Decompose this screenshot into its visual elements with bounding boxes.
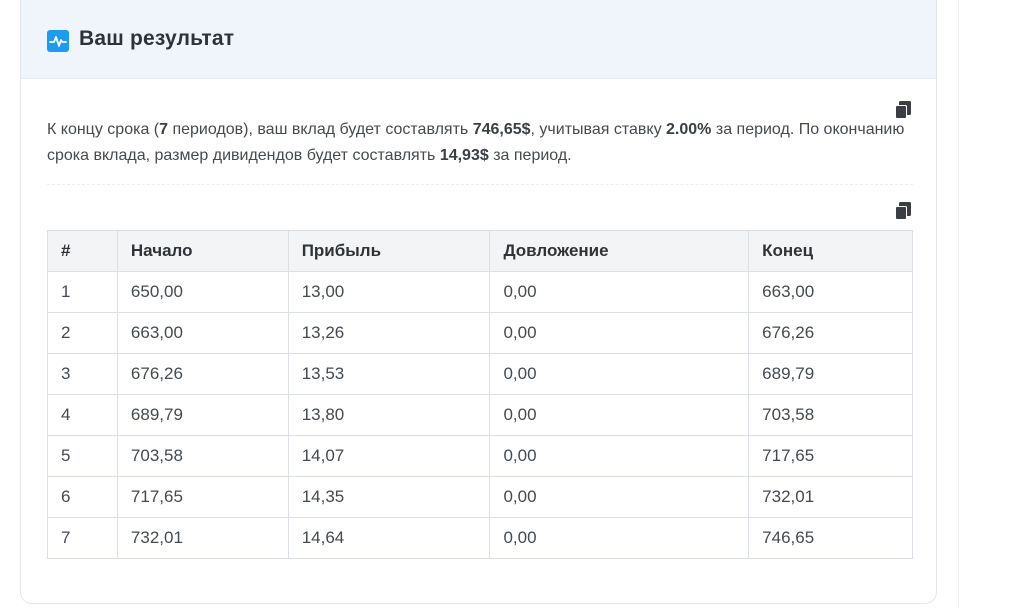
- summary-text: за период.: [488, 147, 572, 164]
- total-value: 746,65$: [472, 121, 531, 138]
- table-cell: 13,00: [287, 271, 491, 313]
- column-header: Конец: [748, 230, 913, 272]
- table-cell: 703,58: [116, 435, 289, 477]
- table-cell: 689,79: [748, 353, 913, 395]
- table-cell: 2: [47, 312, 118, 354]
- activity-chart-icon: [47, 30, 69, 52]
- dividend-value: 14,93$: [439, 147, 489, 164]
- summary-text: К концу срока (: [47, 121, 160, 138]
- table-cell: 1: [47, 271, 118, 313]
- table-row: 6 717,65 14,35 0,00 732,01: [47, 476, 913, 518]
- table-header-row: # Начало Прибыль Довложение Конец: [47, 230, 913, 272]
- table-cell: 13,53: [287, 353, 491, 395]
- result-summary: К концу срока (7 периодов), ваш вклад бу…: [47, 117, 917, 169]
- copy-table-icon[interactable]: [894, 201, 912, 221]
- table-cell: 732,01: [748, 476, 913, 518]
- table-cell: 14,64: [287, 517, 491, 559]
- page-divider: [958, 0, 959, 608]
- divider: [47, 184, 913, 185]
- table-cell: 7: [47, 517, 118, 559]
- table-row: 7 732,01 14,64 0,00 746,65: [47, 517, 913, 559]
- table-body: 1 650,00 13,00 0,00 663,00 2 663,00 13,26 0,00 67…: [47, 271, 913, 559]
- column-header: Довложение: [489, 230, 750, 272]
- result-title: Ваш результат: [79, 27, 235, 50]
- results-table: # Начало Прибыль Довложение Конец 1 650,0…: [47, 230, 913, 559]
- table-cell: 717,65: [116, 476, 289, 518]
- periods-value: 7: [159, 121, 169, 138]
- table-cell: 3: [47, 353, 118, 395]
- summary-text: периодов), ваш вклад будет составлять: [168, 121, 473, 138]
- summary-text: , учитывая ставку: [530, 121, 667, 138]
- column-header: #: [47, 230, 118, 272]
- table-cell: 663,00: [748, 271, 913, 313]
- rate-value: 2.00%: [666, 121, 712, 138]
- table-row: 1 650,00 13,00 0,00 663,00: [47, 271, 913, 313]
- table-cell: 746,65: [748, 517, 913, 559]
- table-cell: 5: [47, 435, 118, 477]
- table-cell: 0,00: [489, 517, 750, 559]
- result-card: Ваш результат К концу срока (7 периодов)…: [20, 0, 937, 604]
- table-cell: 703,58: [748, 394, 913, 436]
- table-row: 5 703,58 14,07 0,00 717,65: [47, 435, 913, 477]
- table-cell: 4: [47, 394, 118, 436]
- table-cell: 0,00: [489, 435, 750, 477]
- column-header: Прибыль: [287, 230, 491, 272]
- table-cell: 6: [47, 476, 118, 518]
- table-cell: 689,79: [116, 394, 289, 436]
- table-cell: 14,35: [287, 476, 491, 518]
- table-cell: 676,26: [116, 353, 289, 395]
- table-cell: 13,80: [287, 394, 491, 436]
- table-cell: 13,26: [287, 312, 491, 354]
- table-cell: 717,65: [748, 435, 913, 477]
- table-cell: 0,00: [489, 394, 750, 436]
- table-cell: 0,00: [489, 271, 750, 313]
- table-cell: 663,00: [116, 312, 289, 354]
- table-cell: 0,00: [489, 476, 750, 518]
- table-cell: 0,00: [489, 312, 750, 354]
- table-row: 4 689,79 13,80 0,00 703,58: [47, 394, 913, 436]
- table-row: 3 676,26 13,53 0,00 689,79: [47, 353, 913, 395]
- table-cell: 650,00: [116, 271, 289, 313]
- table-cell: 676,26: [748, 312, 913, 354]
- column-header: Начало: [116, 230, 289, 272]
- table-cell: 732,01: [116, 517, 289, 559]
- table-cell: 0,00: [489, 353, 750, 395]
- card-header: Ваш результат: [21, 0, 936, 79]
- table-cell: 14,07: [287, 435, 491, 477]
- table-row: 2 663,00 13,26 0,00 676,26: [47, 312, 913, 354]
